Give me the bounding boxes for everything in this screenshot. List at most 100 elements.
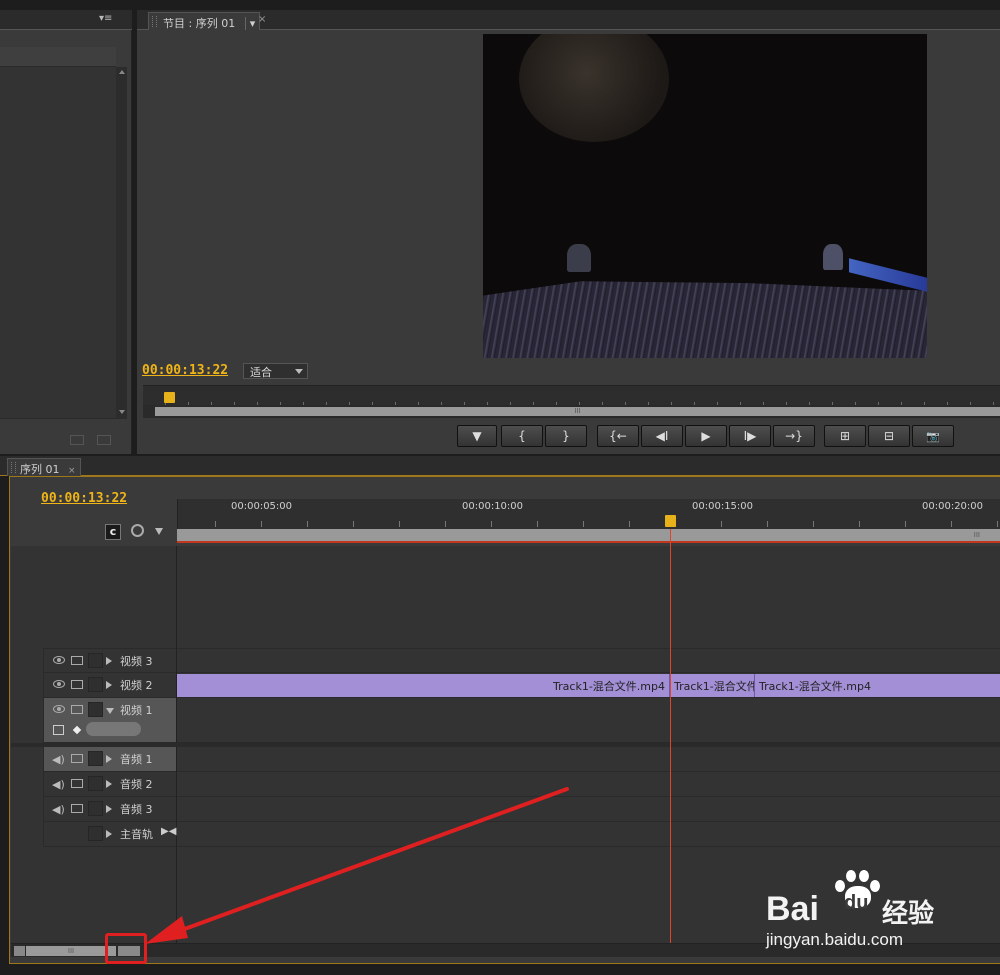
timeline-tab-close-icon[interactable]: × [68, 466, 76, 476]
lock-toggle[interactable] [88, 776, 103, 791]
tab-sequence-01[interactable]: 序列 01 × [7, 458, 81, 476]
clip-2[interactable]: Track1-混合文件.mp4 [670, 674, 755, 697]
go-to-out-button[interactable]: →} [773, 425, 815, 447]
extract-button[interactable]: ⊟ [868, 425, 910, 447]
marker-dropdown-icon[interactable] [155, 528, 163, 535]
export-frame-button[interactable]: 📷 [912, 425, 954, 447]
clip-1-label: Track1-混合文件.mp4 [553, 680, 665, 693]
tab-grip-icon [152, 16, 157, 27]
speaker-icon[interactable]: ◀) [52, 778, 65, 791]
program-tab-menu-icon[interactable]: ▾ [244, 17, 256, 30]
moon-image [519, 34, 669, 142]
expand-triangle-icon[interactable] [106, 755, 112, 763]
program-zoom-scrollbar[interactable]: III [143, 405, 1000, 418]
play-button[interactable]: ▶ [685, 425, 727, 447]
roof-ornament-right-image [823, 244, 843, 270]
film-icon[interactable] [71, 656, 83, 665]
lock-toggle[interactable] [88, 653, 103, 668]
display-style-icon[interactable] [53, 725, 64, 735]
lock-toggle[interactable] [88, 801, 103, 816]
track-left-gutter [11, 648, 44, 847]
watermark-cn: 经验 [882, 899, 935, 929]
mark-in-button[interactable]: { [501, 425, 543, 447]
lift-button[interactable]: ⊞ [824, 425, 866, 447]
program-scroll-grip: III [574, 407, 581, 415]
h-scroll-thumb[interactable]: III [26, 946, 116, 956]
scroll-up-arrow-icon[interactable] [119, 70, 125, 74]
lock-toggle[interactable] [88, 751, 103, 766]
eye-icon[interactable] [53, 656, 65, 664]
go-to-in-button[interactable]: {← [597, 425, 639, 447]
ruler-label-5s: 00:00:05:00 [231, 501, 293, 512]
step-back-button[interactable]: ◀I [641, 425, 683, 447]
ruler-label-10s: 00:00:10:00 [462, 501, 524, 512]
expand-triangle-icon[interactable] [106, 805, 112, 813]
source-panel-menu-icon[interactable]: ▾≡ [99, 13, 112, 24]
h-scroll-left-cap[interactable] [14, 946, 25, 956]
step-forward-icon: I▶ [743, 429, 757, 443]
overwrite-icon[interactable] [97, 435, 111, 445]
expand-triangle-icon[interactable] [106, 681, 112, 689]
zoom-chevron-down-icon [295, 369, 303, 374]
program-zoom-scroll-thumb[interactable]: III [155, 407, 1000, 416]
clip-3-label: Track1-混合文件.mp4 [759, 680, 871, 693]
speaker-icon[interactable]: ◀) [52, 803, 65, 816]
watermark-brand-du: du [844, 892, 869, 914]
track-header-audio-1[interactable]: ◀) 音频 1 [44, 747, 176, 772]
snap-icon[interactable]: c [105, 524, 121, 540]
film-icon[interactable] [71, 804, 83, 813]
add-marker-button[interactable]: ▼ [457, 425, 497, 447]
ruler-scroll-grip: III [973, 531, 980, 539]
roof-ornament-left-image [567, 244, 591, 272]
track-row-video-1[interactable] [177, 698, 1000, 743]
scroll-down-arrow-icon[interactable] [119, 410, 125, 414]
clip-1[interactable]: Track1-混合文件.mp4 [177, 674, 670, 697]
source-vertical-scrollbar[interactable] [116, 67, 127, 419]
expand-triangle-icon[interactable] [106, 830, 112, 838]
tab-program-monitor[interactable]: 节目 : 序列 01 ▾ [148, 12, 261, 30]
expand-triangle-icon[interactable] [106, 657, 112, 665]
zoom-select[interactable]: 适合 [243, 363, 308, 379]
lock-toggle[interactable] [88, 677, 103, 692]
eye-icon[interactable] [53, 680, 65, 688]
lock-toggle[interactable] [88, 826, 103, 841]
mark-in-icon: { [518, 429, 526, 443]
extract-icon: ⊟ [883, 429, 895, 443]
collapse-triangle-icon[interactable] [106, 708, 114, 714]
mark-out-button[interactable]: } [545, 425, 587, 447]
add-marker-icon[interactable] [131, 524, 144, 537]
film-icon[interactable] [71, 680, 83, 689]
track-row-video-3[interactable] [177, 648, 1000, 673]
eye-icon[interactable] [53, 705, 65, 713]
film-icon[interactable] [71, 754, 83, 763]
tab-grip-icon [11, 462, 16, 473]
speaker-icon[interactable]: ◀) [52, 753, 65, 766]
insert-icon[interactable] [70, 435, 84, 445]
track-row-audio-1[interactable] [177, 747, 1000, 772]
clip-3[interactable]: Track1-混合文件.mp4 [755, 674, 1000, 697]
program-video-frame [483, 34, 927, 358]
film-icon[interactable] [71, 779, 83, 788]
lock-toggle[interactable] [88, 702, 103, 717]
program-playhead-icon[interactable] [164, 392, 175, 403]
timeline-timecode[interactable]: 00:00:13:22 [41, 491, 127, 506]
go-to-in-icon: {← [609, 429, 627, 443]
watermark-brand: Bai [766, 890, 819, 928]
timeline-zoom-scrollbar[interactable]: III [177, 529, 1000, 543]
film-icon[interactable] [71, 705, 83, 714]
play-icon: ▶ [701, 429, 711, 443]
track-header-video-1[interactable]: 视频 1 [44, 698, 176, 743]
program-time-ruler[interactable] [143, 385, 1000, 405]
step-forward-button[interactable]: I▶ [729, 425, 771, 447]
roof-light-image [849, 258, 927, 292]
timeline-ruler[interactable] [177, 499, 1000, 529]
program-tab-close-icon[interactable]: × [258, 14, 266, 25]
expand-triangle-icon[interactable] [106, 780, 112, 788]
go-to-out-icon: →} [785, 429, 803, 443]
timeline-playhead-icon[interactable] [665, 515, 676, 527]
keyframe-icon[interactable] [72, 725, 82, 735]
track-header-video-3[interactable]: 视频 3 [44, 648, 176, 673]
program-timecode[interactable]: 00:00:13:22 [142, 363, 228, 378]
keyframe-nav-control[interactable] [86, 722, 141, 736]
track-header-video-2[interactable]: 视频 2 [44, 673, 176, 698]
